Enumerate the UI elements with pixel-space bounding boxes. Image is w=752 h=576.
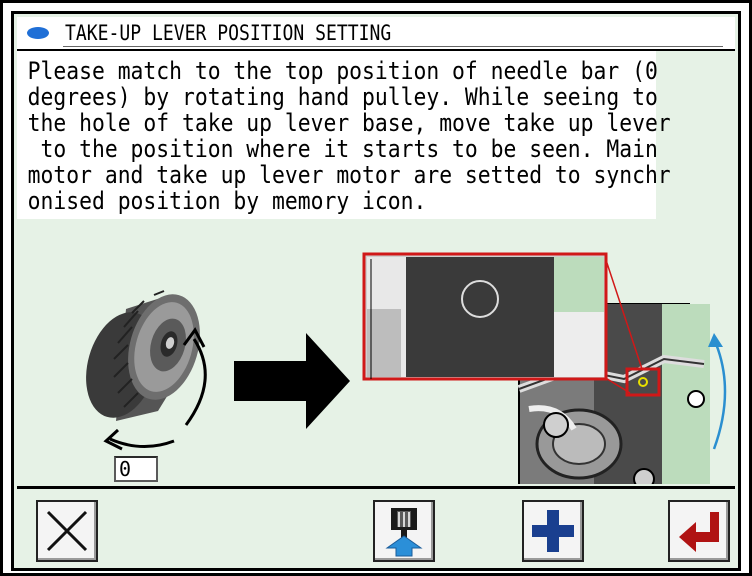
hand-pulley-icon	[86, 290, 200, 421]
cancel-button[interactable]	[36, 500, 98, 562]
instruction-line: Please match to the top position of need…	[27, 57, 658, 85]
toolbar-divider	[17, 486, 735, 489]
title-underline	[63, 46, 723, 47]
window-frame: TAKE-UP LEVER POSITION SETTING Please ma…	[0, 0, 752, 576]
page-title: TAKE-UP LEVER POSITION SETTING	[65, 21, 392, 45]
title-bullet-icon	[27, 27, 49, 39]
enter-memory-button[interactable]	[668, 500, 730, 562]
plus-icon	[532, 510, 574, 552]
title-bar: TAKE-UP LEVER POSITION SETTING	[17, 17, 735, 51]
close-x-icon	[46, 510, 88, 552]
add-button[interactable]	[522, 500, 584, 562]
instruction-line: the hole of take up lever base, move tak…	[27, 109, 671, 137]
thread-feed-icon	[385, 508, 423, 557]
thread-feed-button[interactable]	[373, 500, 435, 562]
instruction-line: to the position where it starts to be se…	[27, 135, 658, 163]
instruction-text: Please match to the top position of need…	[17, 51, 671, 219]
instruction-line: motor and take up lever motor are setted…	[27, 161, 671, 189]
zoom-inset-image	[362, 252, 608, 381]
enter-memory-icon	[679, 512, 719, 552]
direction-arrow-icon	[234, 333, 350, 429]
screen-panel: TAKE-UP LEVER POSITION SETTING Please ma…	[11, 11, 741, 571]
instruction-line: degrees) by rotating hand pulley. While …	[27, 83, 658, 111]
angle-value-field[interactable]: 0	[114, 456, 158, 482]
instruction-line: onised position by memory icon.	[27, 187, 427, 215]
procedure-illustration	[86, 252, 727, 484]
